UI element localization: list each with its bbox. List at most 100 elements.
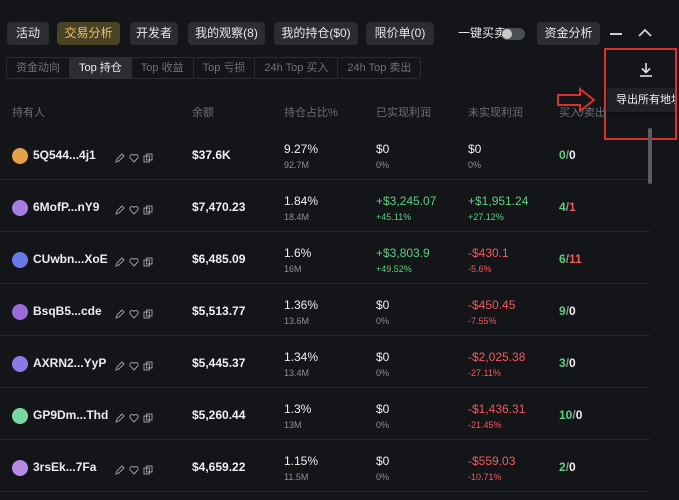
column-balance[interactable]: 余额: [192, 104, 214, 120]
favorite-heart-icon[interactable]: [128, 410, 139, 423]
unrealized-profit: -$430.1: [468, 246, 509, 260]
edit-pencil-icon[interactable]: [114, 202, 125, 215]
buy-sell-count: 0/0: [559, 148, 576, 162]
edit-pencil-icon[interactable]: [114, 358, 125, 371]
subtab-top-loss[interactable]: Top 亏损: [194, 58, 256, 78]
edit-pencil-icon[interactable]: [114, 150, 125, 163]
top-toolbar: 活动 交易分析 开发者 我的观察(8) 我的持仓($0) 限价单(0) 一键买卖…: [0, 14, 679, 46]
collapse-chevron-up-icon[interactable]: [636, 24, 654, 42]
table-row[interactable]: 5Q544...4j1 $37.6K 9.27% 92.7M $0 0% $0 0% 0/0: [0, 128, 650, 180]
realized-profit: $0: [376, 402, 390, 416]
holding-amount: 18.4M: [284, 212, 310, 222]
holder-address[interactable]: AXRN2...YyP: [33, 356, 106, 370]
edit-pencil-icon[interactable]: [114, 254, 125, 267]
tab-limit-orders[interactable]: 限价单(0): [366, 22, 434, 45]
buy-count: 4: [559, 200, 566, 214]
annotation-highlight-box: [604, 48, 677, 140]
unrealized-profit-pct: 0%: [468, 160, 482, 170]
unrealized-profit: $0: [468, 142, 482, 156]
sell-count: 0: [569, 356, 576, 370]
table-row[interactable]: AXRN2...YyP $5,445.37 1.34% 13.4M $0 0% -$2,02…: [0, 336, 650, 388]
realized-profit: $0: [376, 350, 390, 364]
edit-pencil-icon[interactable]: [114, 462, 125, 475]
tab-activity[interactable]: 活动: [7, 22, 49, 45]
unrealized-profit-pct: -27.11%: [468, 368, 501, 378]
table-row[interactable]: BsqB5...cde $5,513.77 1.36% 13.6M $0 0% -$450.…: [0, 284, 650, 336]
table-scrollbar[interactable]: [648, 128, 652, 184]
column-buy-sell[interactable]: 买入/卖出: [559, 104, 606, 120]
holder-avatar: [12, 200, 28, 216]
unrealized-profit: -$450.45: [468, 298, 516, 312]
favorite-heart-icon[interactable]: [128, 150, 139, 163]
column-unrealized-profit[interactable]: 未实现利润: [468, 104, 523, 120]
subtab-24h-top-buy[interactable]: 24h Top 买入: [255, 58, 339, 78]
subtab-24h-top-sell[interactable]: 24h Top 卖出: [338, 58, 420, 78]
buy-count: 0: [559, 148, 566, 162]
copy-icon[interactable]: [143, 202, 153, 215]
copy-icon[interactable]: [143, 410, 153, 423]
table-row[interactable]: CUwbn...XoE $6,485.09 1.6% 16M +$3,803.9 +49.…: [0, 232, 650, 284]
table-row[interactable]: GP9Dm...Thd $5,260.44 1.3% 13M $0 0% -$1,436.3…: [0, 388, 650, 440]
holder-avatar: [12, 408, 28, 424]
column-holder[interactable]: 持有人: [12, 104, 45, 120]
realized-profit: $0: [376, 454, 390, 468]
favorite-heart-icon[interactable]: [128, 358, 139, 371]
tab-trade-analysis[interactable]: 交易分析: [57, 22, 120, 45]
holding-share: 9.27%: [284, 142, 319, 156]
table-row[interactable]: 3rsEk...7Fa $4,659.22 1.15% 11.5M $0 0% -$559.…: [0, 440, 650, 492]
edit-pencil-icon[interactable]: [114, 410, 125, 423]
holder-address[interactable]: CUwbn...XoE: [33, 252, 108, 266]
realized-profit-pct: +45.11%: [376, 212, 412, 222]
subtab-top-profit[interactable]: Top 收益: [132, 58, 194, 78]
buy-count: 2: [559, 460, 566, 474]
holder-balance: $5,260.44: [192, 408, 246, 422]
tab-my-watchlist[interactable]: 我的观察(8): [188, 22, 265, 45]
realized-profit: $0: [376, 142, 390, 156]
realized-profit-pct: +49.52%: [376, 264, 412, 274]
copy-icon[interactable]: [143, 358, 153, 371]
holding-amount: 13.6M: [284, 316, 310, 326]
tab-my-holdings[interactable]: 我的持仓($0): [274, 22, 358, 45]
holder-address[interactable]: 5Q544...4j1: [33, 148, 96, 162]
fund-analysis-button[interactable]: 资金分析: [537, 22, 600, 45]
holder-sub-tabs: 资金动向 Top 持仓 Top 收益 Top 亏损 24h Top 买入 24h…: [6, 57, 422, 79]
column-share[interactable]: 持仓占比%: [284, 104, 338, 120]
holder-address[interactable]: 6MofP...nY9: [33, 200, 99, 214]
copy-icon[interactable]: [143, 254, 153, 267]
edit-pencil-icon[interactable]: [114, 306, 125, 319]
sell-count: 0: [569, 304, 576, 318]
holding-amount: 92.7M: [284, 160, 310, 170]
holder-address[interactable]: 3rsEk...7Fa: [33, 460, 96, 474]
realized-profit-pct: 0%: [376, 160, 390, 170]
holder-address[interactable]: GP9Dm...Thd: [33, 408, 108, 422]
unrealized-profit: +$1,951.24: [468, 194, 529, 208]
favorite-heart-icon[interactable]: [128, 306, 139, 319]
tab-developer[interactable]: 开发者: [130, 22, 178, 45]
subtab-top-holdings[interactable]: Top 持仓: [70, 58, 132, 78]
copy-icon[interactable]: [143, 150, 153, 163]
realized-profit: +$3,803.9: [376, 246, 430, 260]
holder-avatar: [12, 252, 28, 268]
favorite-heart-icon[interactable]: [128, 462, 139, 475]
toggle-knob: [502, 29, 512, 39]
unrealized-profit-pct: -10.71%: [468, 472, 502, 482]
unrealized-profit: -$2,025.38: [468, 350, 526, 364]
one-click-trade-toggle[interactable]: [501, 28, 525, 40]
favorite-heart-icon[interactable]: [128, 202, 139, 215]
sell-count: 1: [569, 200, 576, 214]
holding-share: 1.84%: [284, 194, 319, 208]
realized-profit-pct: 0%: [376, 420, 390, 430]
holding-share: 1.6%: [284, 246, 312, 260]
holding-share: 1.36%: [284, 298, 319, 312]
minimize-icon[interactable]: [610, 33, 622, 35]
column-realized-profit[interactable]: 已实现利润: [376, 104, 431, 120]
holder-avatar: [12, 148, 28, 164]
copy-icon[interactable]: [143, 462, 153, 475]
holder-avatar: [12, 460, 28, 476]
buy-sell-count: 3/0: [559, 356, 576, 370]
subtab-fund-flow[interactable]: 资金动向: [7, 58, 70, 78]
table-row[interactable]: 6MofP...nY9 $7,470.23 1.84% 18.4M +$3,245.07…: [0, 180, 650, 232]
holder-address[interactable]: BsqB5...cde: [33, 304, 102, 318]
copy-icon[interactable]: [143, 306, 153, 319]
favorite-heart-icon[interactable]: [128, 254, 139, 267]
